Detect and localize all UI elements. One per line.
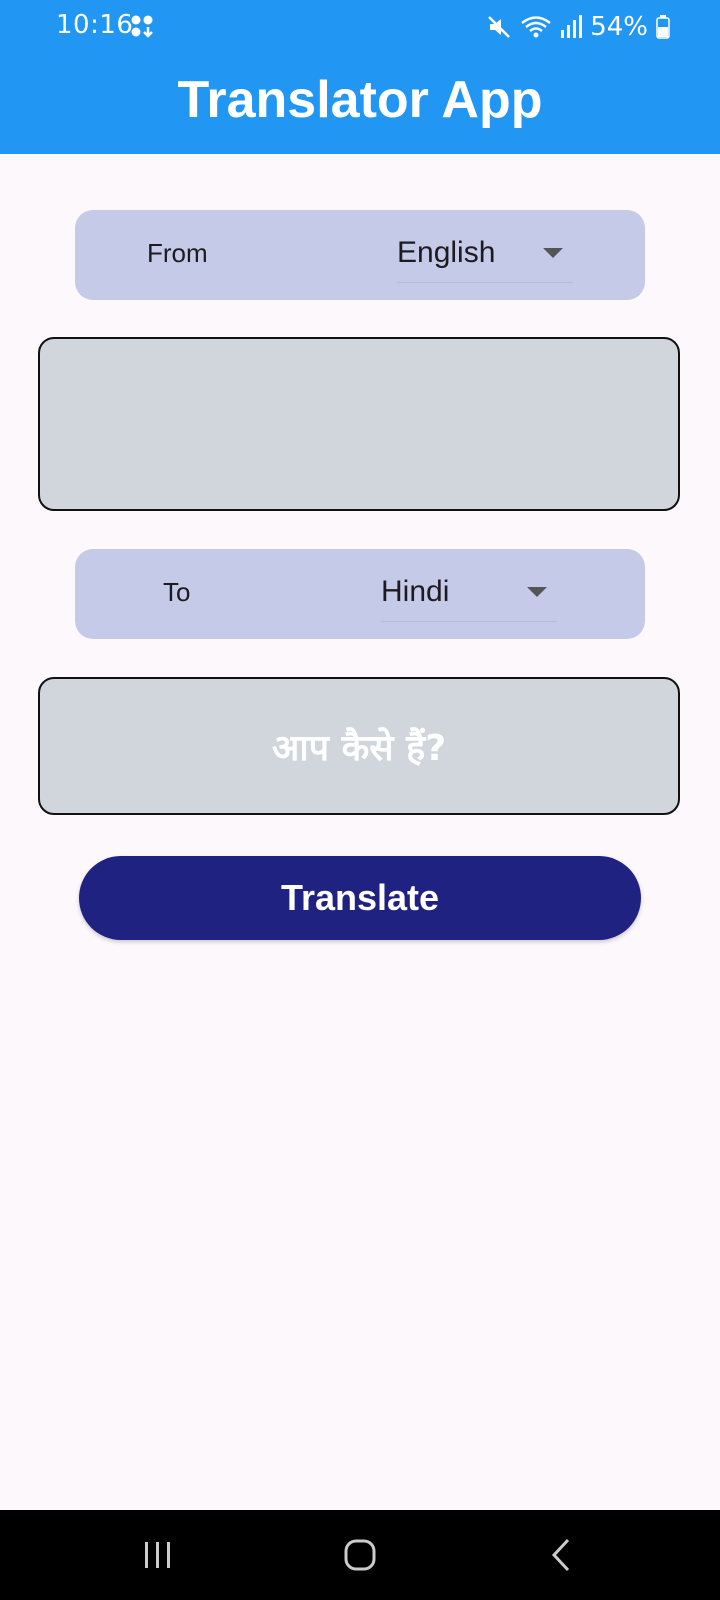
notification-icon (130, 14, 156, 40)
recent-apps-icon[interactable] (138, 1535, 178, 1575)
dropdown-arrow-icon (543, 248, 563, 258)
dropdown-arrow-icon (527, 587, 547, 597)
mute-icon (486, 14, 512, 40)
to-language-dropdown[interactable]: Hindi (381, 563, 557, 622)
translate-button[interactable]: Translate (79, 856, 641, 940)
status-bar: 10:16 54% (0, 0, 720, 54)
app-bar: 10:16 54% Translator App (0, 0, 720, 154)
wifi-icon (520, 14, 552, 40)
from-label: From (147, 238, 208, 268)
home-icon[interactable] (340, 1535, 380, 1575)
source-text-box[interactable] (38, 337, 680, 511)
to-language-card: To Hindi (75, 549, 645, 639)
translation-output-text: आप कैसे हैं? (271, 727, 447, 769)
signal-icon (560, 14, 583, 40)
source-text-input[interactable] (40, 339, 678, 509)
page-title: Translator App (177, 71, 543, 129)
battery-percentage: 54% (590, 12, 648, 42)
battery-icon (656, 15, 670, 39)
from-language-card: From English (75, 210, 645, 300)
status-time: 10:16 (56, 10, 134, 40)
status-icons: 54% (486, 10, 670, 44)
navigation-bar (0, 1510, 720, 1600)
to-label: To (163, 577, 191, 607)
to-language-value: Hindi (381, 575, 450, 608)
from-language-dropdown[interactable]: English (397, 224, 573, 283)
translation-output-box: आप कैसे हैं? (38, 677, 680, 815)
from-language-value: English (397, 236, 496, 269)
back-icon[interactable] (542, 1535, 582, 1575)
